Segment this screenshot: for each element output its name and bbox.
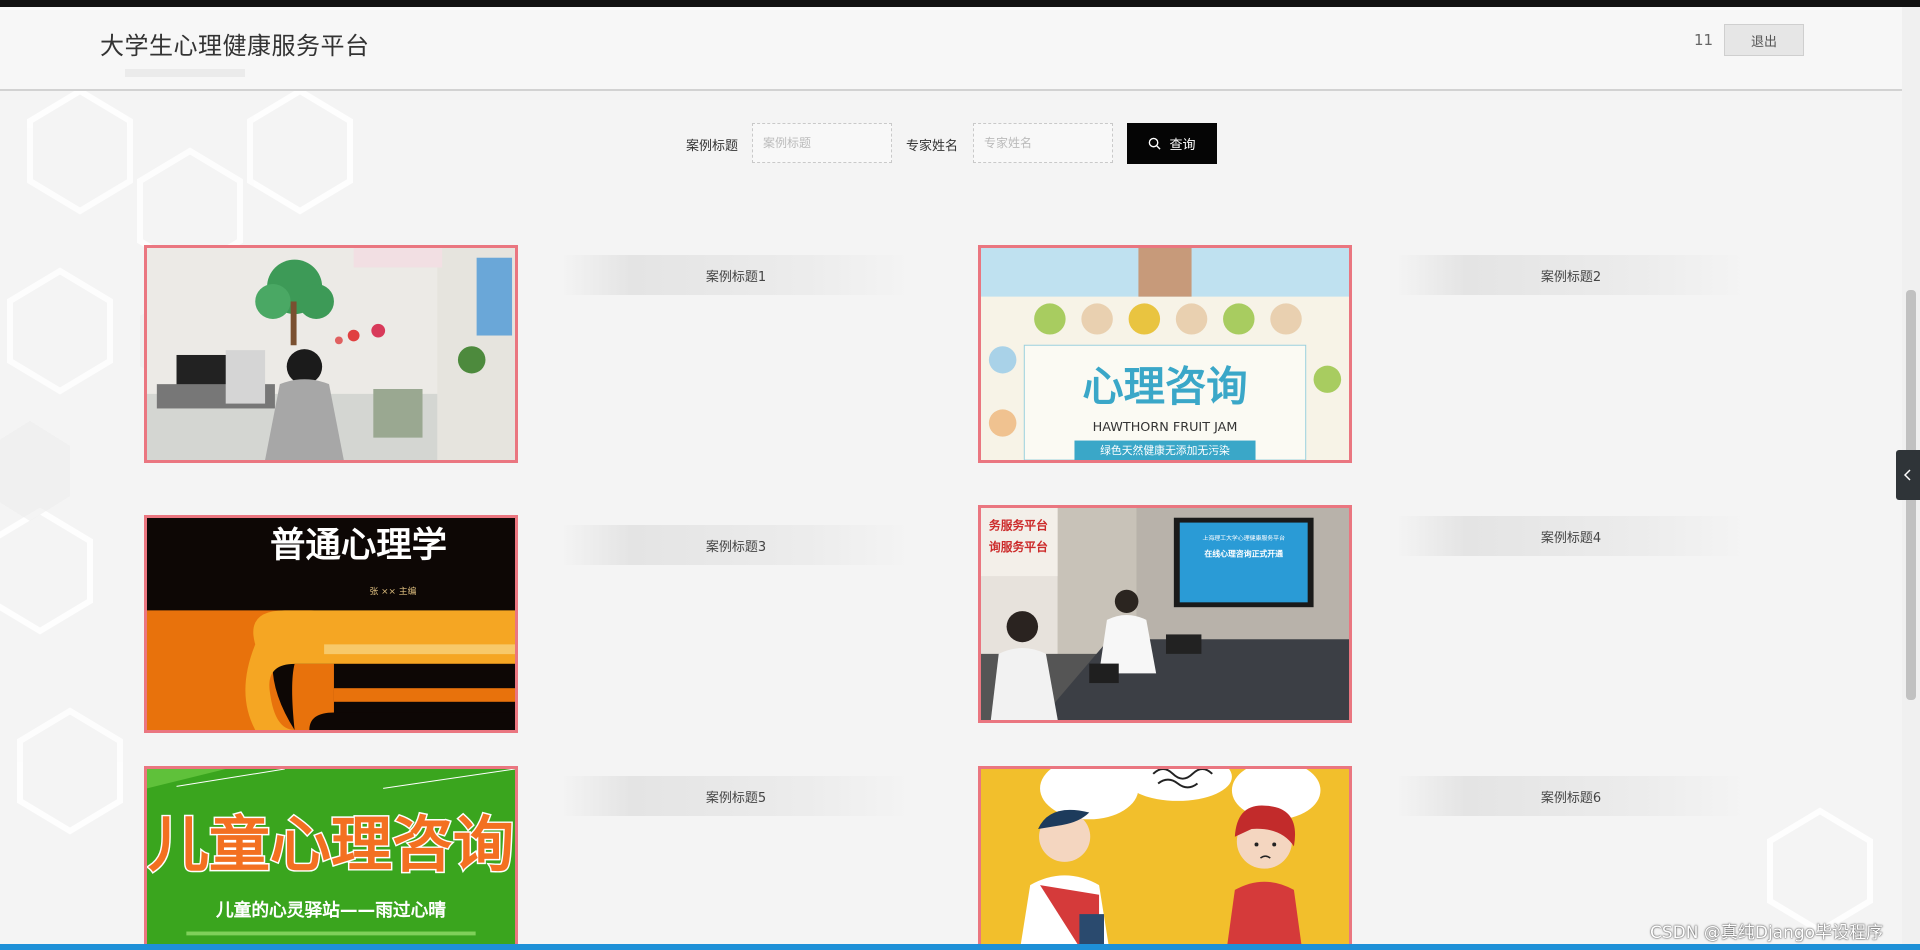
case-title-3[interactable]: 案例标题3 (561, 525, 911, 565)
window-bottom-strip (0, 944, 1920, 950)
expert-name-label: 专家姓名 (906, 139, 959, 154)
child-poster-sub: 儿童的心灵驿站——雨过心晴 (215, 900, 447, 921)
case-image-conversation[interactable] (978, 766, 1352, 950)
search-icon (1149, 137, 1162, 150)
book-cover-title: 普通心理学 (270, 525, 447, 566)
case-image-psychology-book[interactable]: 普通心理学 张 ×× 主编 (144, 515, 518, 733)
case-image-counseling-room[interactable] (144, 245, 518, 463)
case-title-input[interactable] (752, 123, 892, 163)
expert-name-input[interactable] (973, 123, 1113, 163)
csdn-watermark: CSDN @真纯Django毕设程序 (1650, 923, 1884, 943)
case-title-6[interactable]: 案例标题6 (1396, 776, 1746, 816)
banner-text-2: 询服务平台 (989, 540, 1048, 554)
banner-text-1: 务服务平台 (989, 518, 1048, 532)
site-title: 大学生心理健康服务平台 (100, 32, 370, 60)
case-image-child-psych-poster[interactable]: 儿童心理咨询 儿童的心灵驿站——雨过心晴 (144, 766, 518, 950)
side-collapse-tab[interactable] (1896, 450, 1920, 500)
chevron-left-icon (1903, 469, 1911, 481)
poster-main-text: 心理咨询 (1082, 363, 1247, 411)
case-title-2[interactable]: 案例标题2 (1396, 255, 1746, 295)
current-user-name: 11 (1694, 31, 1714, 49)
child-poster-main: 儿童心理咨询 (148, 811, 514, 880)
window-top-strip (0, 0, 1920, 7)
poster-sub-text: HAWTHORN FRUIT JAM (1093, 419, 1238, 434)
screen-subtitle: 在线心理咨询正式开通 (1204, 549, 1283, 559)
logout-button[interactable]: 退出 (1724, 24, 1804, 56)
case-image-psych-consult-poster[interactable]: 心理咨询 HAWTHORN FRUIT JAM 绿色天然健康无添加无污染 (978, 245, 1352, 463)
search-button-label: 查询 (1169, 138, 1196, 153)
case-image-meeting-room[interactable]: 务服务平台 询服务平台 上海理工大学心理健康服务平台 在线心理咨询正式开通 (978, 505, 1352, 723)
case-title-5[interactable]: 案例标题5 (561, 776, 911, 816)
search-button[interactable]: 查询 (1127, 123, 1217, 164)
header-underlay (125, 69, 245, 77)
case-title-label: 案例标题 (686, 139, 739, 154)
case-title-1[interactable]: 案例标题1 (561, 255, 911, 295)
search-bar: 案例标题 专家姓名 查询 (0, 123, 1902, 165)
poster-tag-text: 绿色天然健康无添加无污染 (1100, 444, 1230, 457)
top-header: 大学生心理健康服务平台 11 退出 (0, 7, 1902, 91)
screen-title: 上海理工大学心理健康服务平台 (1202, 534, 1285, 542)
case-title-4[interactable]: 案例标题4 (1396, 516, 1746, 556)
book-cover-author: 张 ×× 主编 (369, 585, 416, 597)
